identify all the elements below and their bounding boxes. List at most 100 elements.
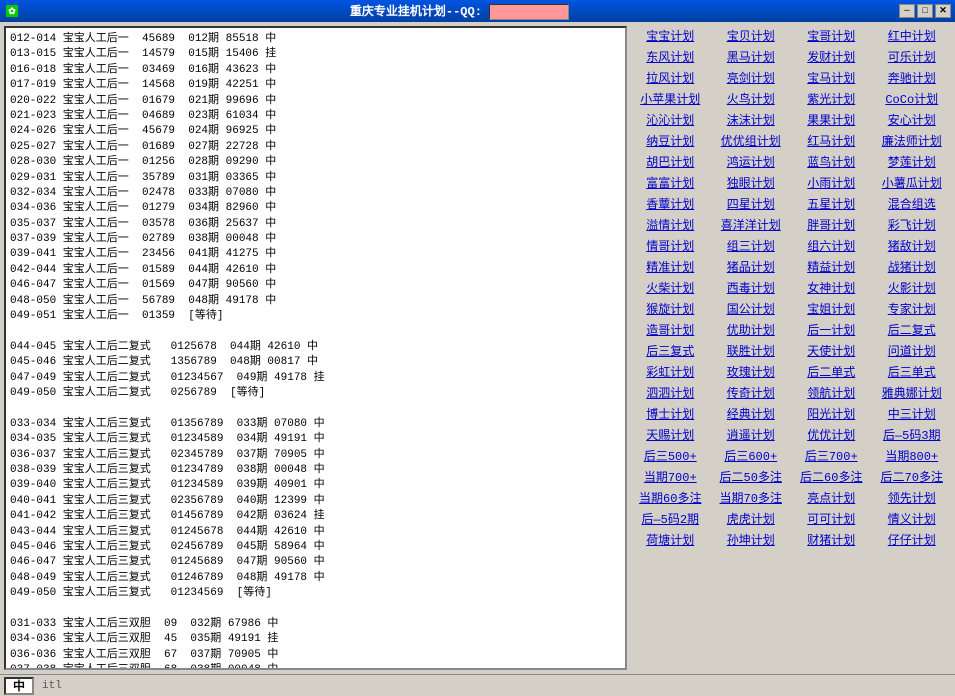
plan-link-96[interactable]: 荷塘计划 xyxy=(631,530,710,549)
plan-link-72[interactable]: 博士计划 xyxy=(631,404,710,423)
plan-link-10[interactable]: 宝马计划 xyxy=(792,68,871,87)
plan-link-29[interactable]: 独眼计划 xyxy=(712,173,791,192)
plan-link-20[interactable]: 纳豆计划 xyxy=(631,131,710,150)
plan-link-5[interactable]: 黑马计划 xyxy=(712,47,791,66)
plan-link-80[interactable]: 后三500+ xyxy=(631,446,710,465)
plan-link-48[interactable]: 火柴计划 xyxy=(631,278,710,297)
plan-link-38[interactable]: 胖哥计划 xyxy=(792,215,871,234)
plan-link-59[interactable]: 后二复式 xyxy=(873,320,952,339)
plan-link-24[interactable]: 胡巴计划 xyxy=(631,152,710,171)
qq-input[interactable] xyxy=(489,4,569,20)
plan-link-8[interactable]: 拉风计划 xyxy=(631,68,710,87)
plan-link-6[interactable]: 发财计划 xyxy=(792,47,871,66)
plan-link-54[interactable]: 宝姐计划 xyxy=(792,299,871,318)
plan-link-26[interactable]: 蓝鸟计划 xyxy=(792,152,871,171)
plan-link-30[interactable]: 小雨计划 xyxy=(792,173,871,192)
plan-link-31[interactable]: 小薯瓜计划 xyxy=(873,173,952,192)
plan-link-57[interactable]: 优助计划 xyxy=(712,320,791,339)
plan-link-19[interactable]: 安心计划 xyxy=(873,110,952,129)
plan-link-11[interactable]: 奔驰计划 xyxy=(873,68,952,87)
plan-link-61[interactable]: 联胜计划 xyxy=(712,341,791,360)
plan-link-53[interactable]: 国公计划 xyxy=(712,299,791,318)
plan-link-75[interactable]: 中三计划 xyxy=(873,404,952,423)
plan-link-23[interactable]: 廉法师计划 xyxy=(873,131,952,150)
plan-link-40[interactable]: 情哥计划 xyxy=(631,236,710,255)
plan-link-15[interactable]: CoCo计划 xyxy=(873,89,952,108)
plan-link-36[interactable]: 溢情计划 xyxy=(631,215,710,234)
plan-link-33[interactable]: 四星计划 xyxy=(712,194,791,213)
plan-link-34[interactable]: 五星计划 xyxy=(792,194,871,213)
plan-link-46[interactable]: 精益计划 xyxy=(792,257,871,276)
plan-link-89[interactable]: 当期70多注 xyxy=(712,488,791,507)
plan-link-50[interactable]: 女神计划 xyxy=(792,278,871,297)
plan-link-12[interactable]: 小苹果计划 xyxy=(631,89,710,108)
plan-link-87[interactable]: 后二70多注 xyxy=(873,467,952,486)
plan-link-95[interactable]: 情义计划 xyxy=(873,509,952,528)
plan-link-69[interactable]: 传奇计划 xyxy=(712,383,791,402)
plan-link-91[interactable]: 领先计划 xyxy=(873,488,952,507)
plan-link-41[interactable]: 组三计划 xyxy=(712,236,791,255)
plan-link-7[interactable]: 可乐计划 xyxy=(873,47,952,66)
plan-link-65[interactable]: 玫瑰计划 xyxy=(712,362,791,381)
plan-link-51[interactable]: 火影计划 xyxy=(873,278,952,297)
plan-link-18[interactable]: 果果计划 xyxy=(792,110,871,129)
plan-link-13[interactable]: 火鸟计划 xyxy=(712,89,791,108)
plan-link-17[interactable]: 沫沫计划 xyxy=(712,110,791,129)
plan-link-74[interactable]: 阳光计划 xyxy=(792,404,871,423)
plan-link-86[interactable]: 后二60多注 xyxy=(792,467,871,486)
plan-link-1[interactable]: 宝贝计划 xyxy=(712,26,791,45)
plan-link-90[interactable]: 亮点计划 xyxy=(792,488,871,507)
plan-link-55[interactable]: 专家计划 xyxy=(873,299,952,318)
plan-link-35[interactable]: 混合组选 xyxy=(873,194,952,213)
plan-link-32[interactable]: 香蕈计划 xyxy=(631,194,710,213)
plan-link-77[interactable]: 逍遥计划 xyxy=(712,425,791,444)
plan-link-67[interactable]: 后三单式 xyxy=(873,362,952,381)
plan-link-88[interactable]: 当期60多注 xyxy=(631,488,710,507)
plan-link-21[interactable]: 优优组计划 xyxy=(712,131,791,150)
minimize-button[interactable]: ─ xyxy=(899,4,915,18)
plan-link-14[interactable]: 紫光计划 xyxy=(792,89,871,108)
plan-link-94[interactable]: 可可计划 xyxy=(792,509,871,528)
content-area[interactable]: 012-014 宝宝人工后一 45689 012期 85518 中 013-01… xyxy=(6,28,625,668)
plan-link-93[interactable]: 虎虎计划 xyxy=(712,509,791,528)
plan-link-98[interactable]: 财猪计划 xyxy=(792,530,871,549)
plan-link-92[interactable]: 后—5码2期 xyxy=(631,509,710,528)
plan-link-9[interactable]: 亮剑计划 xyxy=(712,68,791,87)
close-button[interactable]: ✕ xyxy=(935,4,951,18)
plan-link-83[interactable]: 当期800+ xyxy=(873,446,952,465)
plan-link-39[interactable]: 彩飞计划 xyxy=(873,215,952,234)
plan-link-56[interactable]: 造哥计划 xyxy=(631,320,710,339)
plan-link-45[interactable]: 猪品计划 xyxy=(712,257,791,276)
plan-link-63[interactable]: 问道计划 xyxy=(873,341,952,360)
plan-link-49[interactable]: 西毒计划 xyxy=(712,278,791,297)
plan-link-52[interactable]: 猴旋计划 xyxy=(631,299,710,318)
plan-link-79[interactable]: 后—5码3期 xyxy=(873,425,952,444)
plan-link-43[interactable]: 猪敌计划 xyxy=(873,236,952,255)
plan-link-58[interactable]: 后一计划 xyxy=(792,320,871,339)
plan-link-64[interactable]: 彩虹计划 xyxy=(631,362,710,381)
plan-link-25[interactable]: 鸿运计划 xyxy=(712,152,791,171)
plan-link-66[interactable]: 后二单式 xyxy=(792,362,871,381)
plan-link-97[interactable]: 孙坤计划 xyxy=(712,530,791,549)
plan-link-4[interactable]: 东风计划 xyxy=(631,47,710,66)
plan-link-22[interactable]: 红马计划 xyxy=(792,131,871,150)
plan-link-16[interactable]: 沁沁计划 xyxy=(631,110,710,129)
plan-link-82[interactable]: 后三700+ xyxy=(792,446,871,465)
plan-link-0[interactable]: 宝宝计划 xyxy=(631,26,710,45)
plan-link-28[interactable]: 富富计划 xyxy=(631,173,710,192)
plan-link-78[interactable]: 优优计划 xyxy=(792,425,871,444)
plan-link-71[interactable]: 雅典娜计划 xyxy=(873,383,952,402)
plan-link-84[interactable]: 当期700+ xyxy=(631,467,710,486)
plan-link-99[interactable]: 仔仔计划 xyxy=(873,530,952,549)
plan-link-81[interactable]: 后三600+ xyxy=(712,446,791,465)
plan-link-37[interactable]: 喜洋洋计划 xyxy=(712,215,791,234)
plan-link-76[interactable]: 天赐计划 xyxy=(631,425,710,444)
plan-link-47[interactable]: 战猪计划 xyxy=(873,257,952,276)
plan-link-44[interactable]: 精准计划 xyxy=(631,257,710,276)
plan-link-2[interactable]: 宝哥计划 xyxy=(792,26,871,45)
maximize-button[interactable]: □ xyxy=(917,4,933,18)
plan-link-62[interactable]: 天使计划 xyxy=(792,341,871,360)
plan-link-85[interactable]: 后二50多注 xyxy=(712,467,791,486)
plan-link-60[interactable]: 后三复式 xyxy=(631,341,710,360)
plan-link-42[interactable]: 组六计划 xyxy=(792,236,871,255)
